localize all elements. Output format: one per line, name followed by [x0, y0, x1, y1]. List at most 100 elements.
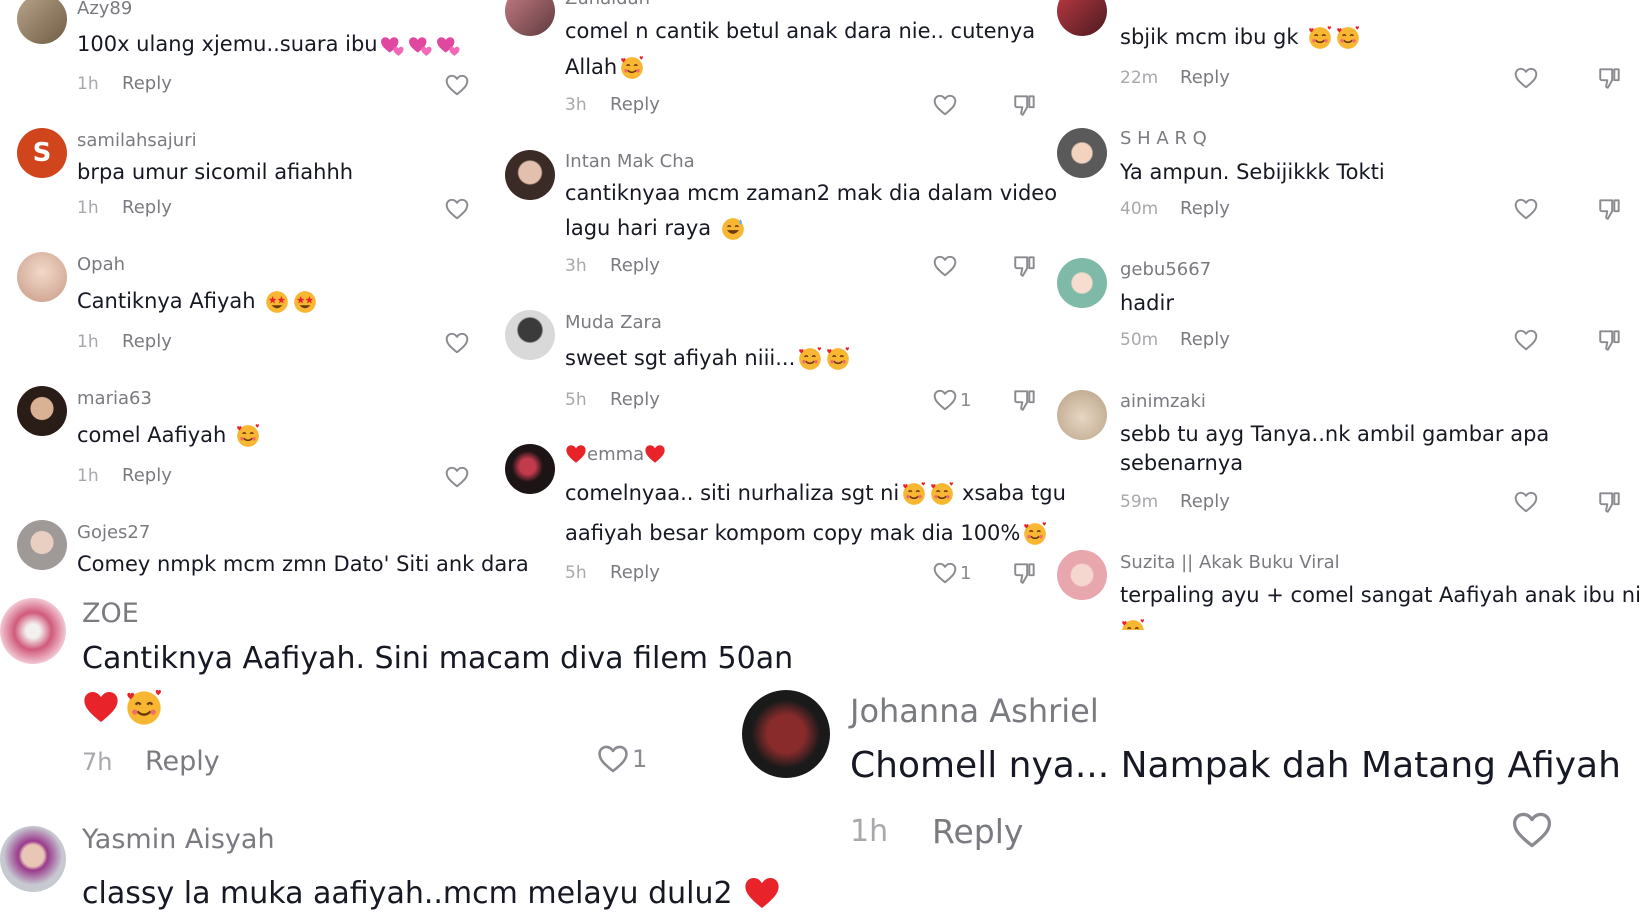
reply-button[interactable]: Reply [1180, 67, 1230, 88]
reply-button[interactable]: Reply [122, 331, 172, 352]
reply-button[interactable]: Reply [1180, 198, 1230, 219]
like-button[interactable] [1510, 808, 1554, 852]
comment-time: 1h [77, 332, 99, 352]
thumbs-down-icon[interactable] [1012, 560, 1038, 586]
comment-text-line-2: Allah [565, 55, 645, 81]
like-count: 1 [960, 389, 972, 411]
comment-username[interactable]: emma [565, 443, 666, 465]
like-button[interactable] [1513, 196, 1539, 222]
comment-time: 3h [565, 95, 587, 115]
avatar[interactable] [17, 520, 67, 570]
reply-button[interactable]: Reply [145, 746, 220, 777]
comment-text: hadir [1120, 291, 1174, 315]
reply-button[interactable]: Reply [610, 389, 660, 410]
smiling-face-with-hearts-emoji-icon [1022, 521, 1048, 547]
reply-button[interactable]: Reply [610, 255, 660, 276]
like-button[interactable] [444, 330, 470, 356]
comment-username[interactable]: Muda Zara [565, 312, 662, 333]
reply-button[interactable]: Reply [1180, 491, 1230, 512]
comment-username[interactable]: S H A R Q [1120, 128, 1207, 149]
comment-time: 1h [850, 814, 889, 849]
avatar[interactable] [505, 150, 555, 200]
thumbs-down-icon[interactable] [1012, 253, 1038, 279]
star-struck-emoji-icon [264, 289, 290, 315]
heart-outline-icon [1513, 327, 1539, 353]
comment-time: 5h [565, 390, 587, 410]
comment-username[interactable]: Zunaidah [565, 0, 650, 9]
comment-time: 7h [82, 748, 113, 776]
avatar[interactable] [17, 0, 67, 44]
comment-text: sbjik mcm ibu gk [1120, 25, 1361, 51]
reply-button[interactable]: Reply [1180, 329, 1230, 350]
comment-username[interactable]: Suzita || Akak Buku Viral [1120, 552, 1340, 573]
comment-username[interactable]: gebu5667 [1120, 259, 1211, 280]
comment-time: 50m [1120, 330, 1159, 350]
comment-username[interactable]: Azy89 [77, 0, 132, 19]
reply-button[interactable]: Reply [122, 465, 172, 486]
comment-username[interactable]: Johanna Ashriel [850, 692, 1099, 730]
heart-outline-icon [932, 387, 958, 413]
like-count: 1 [960, 562, 972, 584]
avatar[interactable] [0, 826, 66, 892]
avatar[interactable] [1057, 550, 1107, 600]
comment-time: 1h [77, 466, 99, 486]
like-button[interactable] [444, 72, 470, 98]
comment-time: 1h [77, 198, 99, 218]
comment-text-line-2: aafiyah besar kompom copy mak dia 100% [565, 521, 1048, 547]
avatar[interactable]: S [17, 128, 67, 178]
comment-username[interactable]: Opah [77, 254, 125, 275]
like-button[interactable] [932, 253, 958, 279]
comment-username[interactable]: maria63 [77, 388, 152, 409]
avatar[interactable] [742, 690, 830, 778]
comment-username[interactable]: ZOE [82, 598, 139, 629]
reply-button[interactable]: Reply [932, 812, 1023, 851]
pink-hearts-emoji-icon [408, 32, 434, 58]
avatar[interactable] [17, 386, 67, 436]
reply-button[interactable]: Reply [122, 73, 172, 94]
avatar[interactable] [0, 598, 66, 664]
reply-button[interactable]: Reply [610, 562, 660, 583]
avatar[interactable] [505, 0, 555, 36]
like-button[interactable]: 1 [932, 560, 971, 586]
heart-outline-icon [444, 330, 470, 356]
comment-text: sebb tu ayg Tanya..nk ambil gambar apa [1120, 422, 1550, 446]
red-heart-emoji-icon [565, 443, 587, 465]
comment-username[interactable]: samilahsajuri [77, 130, 197, 151]
reply-button[interactable]: Reply [610, 94, 660, 115]
thumbs-down-icon[interactable] [1597, 327, 1623, 353]
avatar[interactable] [1057, 258, 1107, 308]
like-button[interactable] [1513, 327, 1539, 353]
like-button[interactable] [1513, 65, 1539, 91]
like-button[interactable]: 1 [596, 742, 647, 776]
avatar[interactable] [1057, 128, 1107, 178]
heart-outline-icon [932, 253, 958, 279]
heart-outline-icon [1510, 808, 1554, 852]
thumbs-down-icon[interactable] [1012, 92, 1038, 118]
like-button[interactable] [932, 92, 958, 118]
pink-hearts-emoji-icon [436, 32, 462, 58]
thumbs-down-icon[interactable] [1012, 387, 1038, 413]
like-button[interactable] [444, 196, 470, 222]
heart-outline-icon [932, 92, 958, 118]
like-button[interactable] [444, 464, 470, 490]
comment-username[interactable]: ainimzaki [1120, 391, 1206, 412]
thumbs-down-icon[interactable] [1597, 489, 1623, 515]
smiling-face-with-hearts-emoji-icon [797, 346, 823, 372]
comment-text: Ya ampun. Sebijikkk Tokti [1120, 160, 1385, 184]
smiling-face-with-hearts-emoji-icon [1335, 25, 1361, 51]
comment-username[interactable]: Gojes27 [77, 522, 150, 543]
red-heart-emoji-icon [82, 688, 120, 726]
avatar[interactable] [1057, 0, 1107, 36]
comment-username[interactable]: Intan Mak Cha [565, 151, 695, 172]
avatar[interactable] [505, 444, 555, 494]
reply-button[interactable]: Reply [122, 197, 172, 218]
thumbs-down-icon[interactable] [1597, 196, 1623, 222]
like-button[interactable] [1513, 489, 1539, 515]
avatar[interactable] [17, 252, 67, 302]
thumbs-down-icon[interactable] [1597, 65, 1623, 91]
avatar[interactable] [1057, 390, 1107, 440]
comment-username[interactable]: Yasmin Aisyah [82, 824, 275, 855]
like-button[interactable]: 1 [932, 387, 971, 413]
comment-text: cantiknyaa mcm zaman2 mak dia dalam vide… [565, 181, 1058, 205]
avatar[interactable] [505, 310, 555, 360]
